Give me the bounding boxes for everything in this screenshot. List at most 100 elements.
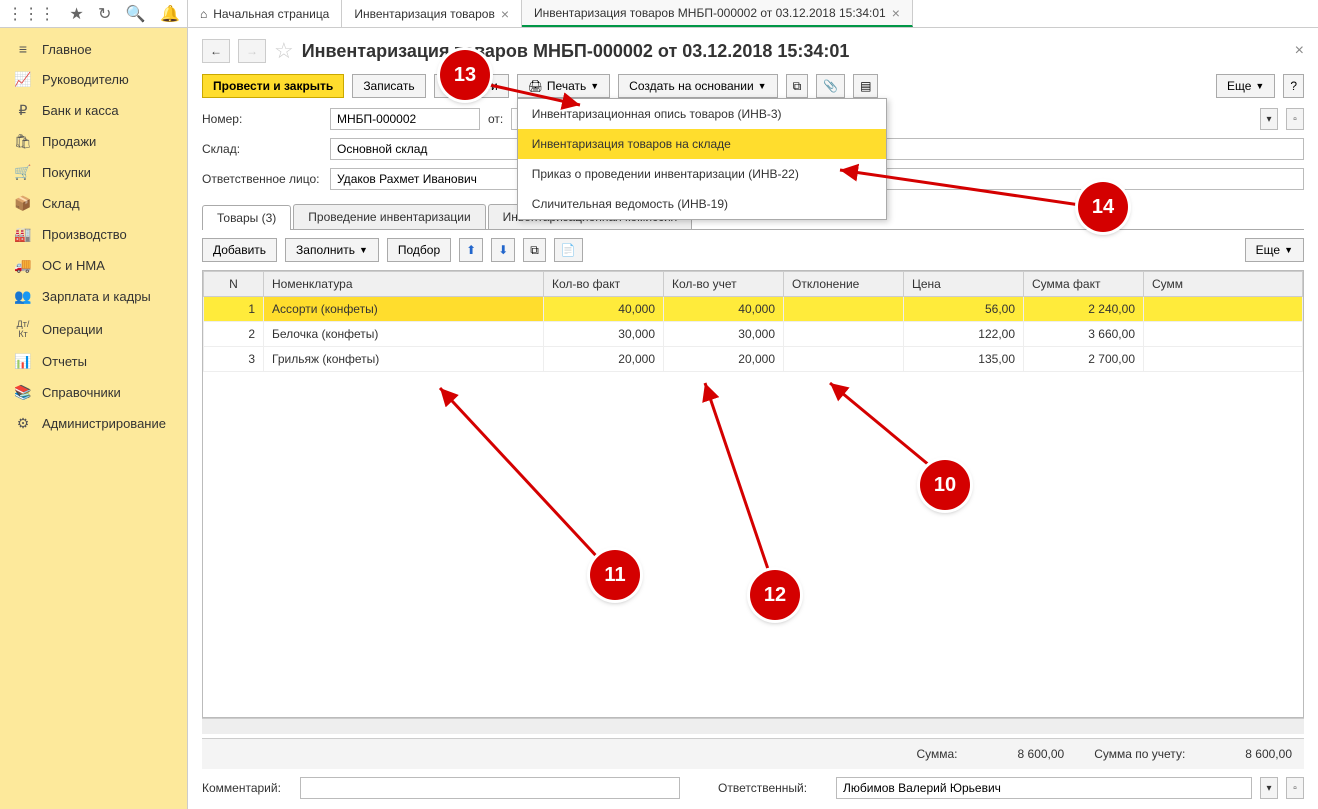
col-nom[interactable]: Номенклатура xyxy=(264,272,544,297)
forward-button[interactable]: → xyxy=(238,39,266,63)
open-button[interactable]: ▫ xyxy=(1286,777,1304,799)
paste-button[interactable]: 📄 xyxy=(554,238,583,262)
help-button[interactable]: ? xyxy=(1283,74,1304,98)
tab-inventory-list[interactable]: Инвентаризация товаров × xyxy=(342,0,522,27)
table-row[interactable]: 2 Белочка (конфеты) 30,000 30,000 122,00… xyxy=(204,322,1303,347)
annotation-14: 14 xyxy=(1078,182,1128,232)
sidebar-item-production[interactable]: 🏭Производство xyxy=(0,219,187,250)
back-button[interactable]: ← xyxy=(202,39,230,63)
annotation-10: 10 xyxy=(920,460,970,510)
resp-input[interactable] xyxy=(836,777,1252,799)
col-sum-acc[interactable]: Сумм xyxy=(1144,272,1303,297)
col-qty-acc[interactable]: Кол-во учет xyxy=(664,272,784,297)
more-button[interactable]: Еще ▼ xyxy=(1216,74,1275,98)
sidebar-item-assets[interactable]: 🚚ОС и НМА xyxy=(0,250,187,281)
table-wrap: N Номенклатура Кол-во факт Кол-во учет О… xyxy=(202,270,1304,718)
add-button[interactable]: Добавить xyxy=(202,238,277,262)
tab-home[interactable]: ⌂ Начальная страница xyxy=(188,0,342,27)
open-button[interactable]: ▫ xyxy=(1286,108,1304,130)
goods-table[interactable]: N Номенклатура Кол-во факт Кол-во учет О… xyxy=(203,271,1303,372)
sidebar-item-warehouse[interactable]: 📦Склад xyxy=(0,188,187,219)
table-row[interactable]: 3 Грильяж (конфеты) 20,000 20,000 135,00… xyxy=(204,347,1303,372)
post-and-close-button[interactable]: Провести и закрыть xyxy=(202,74,344,98)
list-button[interactable]: ▤ xyxy=(853,74,878,98)
history-icon[interactable]: ↻ xyxy=(98,4,111,24)
chevron-down-icon: ▼ xyxy=(359,245,368,255)
warehouse-label: Склад: xyxy=(202,142,322,156)
tab-label: Инвентаризация товаров xyxy=(354,7,494,21)
close-icon[interactable]: × xyxy=(892,5,900,21)
sum-acc-value: 8 600,00 xyxy=(1245,747,1292,761)
horizontal-scrollbar[interactable] xyxy=(202,718,1304,734)
print-inv22[interactable]: Приказ о проведении инвентаризации (ИНВ-… xyxy=(518,159,886,189)
save-button[interactable]: Записать xyxy=(352,74,425,98)
apps-icon[interactable]: ⋮⋮⋮ xyxy=(7,4,55,24)
copy-button[interactable]: ⧉ xyxy=(523,238,546,262)
col-dev[interactable]: Отклонение xyxy=(784,272,904,297)
table-row[interactable]: 1 Ассорти (конфеты) 40,000 40,000 56,00 … xyxy=(204,297,1303,322)
close-button[interactable]: × xyxy=(1295,42,1304,60)
sidebar-item-label: Зарплата и кадры xyxy=(42,289,151,304)
select-button[interactable]: Подбор xyxy=(387,238,451,262)
bar-icon: 📊 xyxy=(14,353,32,370)
people-icon: 👥 xyxy=(14,288,32,305)
tab-conduct[interactable]: Проведение инвентаризации xyxy=(293,204,485,229)
search-icon[interactable]: 🔍 xyxy=(126,4,146,24)
comment-input[interactable] xyxy=(300,777,680,799)
col-qty-fact[interactable]: Кол-во факт xyxy=(544,272,664,297)
cell-n: 1 xyxy=(204,297,264,322)
cell-nom: Ассорти (конфеты) xyxy=(264,297,544,322)
favorite-icon[interactable]: ☆ xyxy=(274,38,294,64)
sidebar-item-reports[interactable]: 📊Отчеты xyxy=(0,346,187,377)
number-input[interactable] xyxy=(330,108,480,130)
sidebar-item-operations[interactable]: Дт/КтОперации xyxy=(0,312,187,346)
cell-price: 56,00 xyxy=(904,297,1024,322)
cell-sa xyxy=(1144,347,1303,372)
header-row: ← → ☆ Инвентаризация товаров МНБП-000002… xyxy=(202,38,1304,64)
gear-icon: ⚙ xyxy=(14,415,32,432)
annotation-11: 11 xyxy=(590,550,640,600)
cell-dev xyxy=(784,347,904,372)
action-row: Провести и закрыть Записать Провести 🖨 П… xyxy=(202,74,1304,98)
close-icon[interactable]: × xyxy=(501,6,509,22)
print-warehouse[interactable]: Инвентаризация товаров на складе xyxy=(518,129,886,159)
sidebar-item-payroll[interactable]: 👥 Зарплата и кадры xyxy=(0,281,187,312)
bell-icon[interactable]: 🔔 xyxy=(160,4,180,24)
dropdown-button[interactable]: ▾ xyxy=(1260,108,1278,130)
sidebar-item-purchases[interactable]: 🛒Покупки xyxy=(0,157,187,188)
star-icon[interactable]: ★ xyxy=(69,4,83,24)
tab-goods[interactable]: Товары (3) xyxy=(202,205,291,230)
print-button[interactable]: 🖨 Печать ▼ xyxy=(517,74,610,98)
sidebar-item-label: ОС и НМА xyxy=(42,258,105,273)
move-down-button[interactable]: ⬇ xyxy=(491,238,515,262)
structure-button[interactable]: ⧉ xyxy=(786,74,809,98)
move-up-button[interactable]: ⬆ xyxy=(459,238,483,262)
books-icon: 📚 xyxy=(14,384,32,401)
cell-qf: 30,000 xyxy=(544,322,664,347)
col-sum-fact[interactable]: Сумма факт xyxy=(1024,272,1144,297)
sidebar-item-admin[interactable]: ⚙Администрирование xyxy=(0,408,187,439)
create-based-button[interactable]: Создать на основании ▼ xyxy=(618,74,777,98)
attach-button[interactable]: 📎 xyxy=(816,74,845,98)
col-n[interactable]: N xyxy=(204,272,264,297)
cell-qf: 20,000 xyxy=(544,347,664,372)
table-more-button[interactable]: Еще ▼ xyxy=(1245,238,1304,262)
sidebar-item-references[interactable]: 📚Справочники xyxy=(0,377,187,408)
dropdown-button[interactable]: ▾ xyxy=(1260,777,1278,799)
print-dropdown: Инвентаризационная опись товаров (ИНВ-3)… xyxy=(517,98,887,220)
cart-icon: 🛒 xyxy=(14,164,32,181)
sidebar-item-main[interactable]: ≡Главное xyxy=(0,34,187,64)
tab-home-label: Начальная страница xyxy=(213,7,329,21)
sidebar-item-label: Склад xyxy=(42,196,80,211)
print-inv3[interactable]: Инвентаризационная опись товаров (ИНВ-3) xyxy=(518,99,886,129)
tab-inventory-doc[interactable]: Инвентаризация товаров МНБП-000002 от 03… xyxy=(522,0,913,27)
content: ← → ☆ Инвентаризация товаров МНБП-000002… xyxy=(188,28,1318,809)
sidebar-item-bank[interactable]: ₽Банк и касса xyxy=(0,95,187,126)
sidebar-item-sales[interactable]: 🛍Продажи xyxy=(0,126,187,157)
print-inv19[interactable]: Сличительная ведомость (ИНВ-19) xyxy=(518,189,886,219)
chevron-down-icon: ▼ xyxy=(758,81,767,91)
fill-button[interactable]: Заполнить ▼ xyxy=(285,238,379,262)
col-price[interactable]: Цена xyxy=(904,272,1024,297)
sidebar-item-manager[interactable]: 📈Руководителю xyxy=(0,64,187,95)
cell-dev xyxy=(784,322,904,347)
